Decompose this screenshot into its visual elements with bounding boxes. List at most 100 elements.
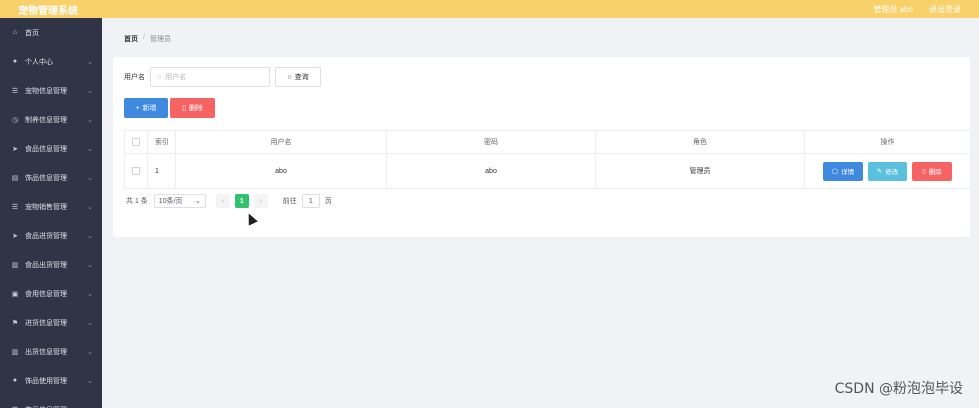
content-card: 用户名 ○ 用户名 ○ 查询 + 新增 ▯ 删除 索引 用户名 密码 角色 操作…: [113, 57, 971, 237]
chart-icon: ▥: [11, 348, 19, 356]
detail-button-label: 详情: [841, 169, 855, 176]
watermark: CSDN @粉泡泡毕设: [834, 381, 963, 397]
chevron-down-icon: ⌄: [87, 203, 93, 211]
page-number-current[interactable]: 1: [234, 194, 249, 208]
flag-icon: ⚑: [11, 319, 19, 327]
clock-icon: ◷: [11, 116, 19, 124]
sidebar-item[interactable]: ➤ 食品进货管理 ⌄: [0, 221, 102, 250]
admin-table: 索引 用户名 密码 角色 操作 1 abo abo 管理员 ▢ 详情 ✎ 修改 …: [124, 130, 971, 189]
row-delete-button-label: 删除: [928, 169, 942, 176]
chevron-left-icon: ‹: [221, 197, 224, 205]
sidebar-item[interactable]: ● 饰品使用管理 ⌄: [0, 366, 102, 395]
search-placeholder: 用户名: [165, 74, 187, 81]
row-username: abo: [176, 154, 387, 188]
add-button-label: 新增: [142, 105, 157, 112]
sidebar-item-label: 食品出货管理: [25, 261, 67, 269]
breadcrumb-home[interactable]: 首页: [124, 34, 138, 44]
batch-delete-button[interactable]: ▯ 删除: [170, 98, 215, 118]
logout-link[interactable]: 退出登录: [929, 4, 961, 15]
sidebar-item[interactable]: ▣ 食用信息管理 ⌄: [0, 279, 102, 308]
breadcrumb-current: 管理员: [149, 36, 171, 43]
folder-icon: ▤: [11, 174, 19, 182]
chevron-down-icon: ⌄: [87, 290, 93, 298]
username-search-input[interactable]: ○ 用户名: [150, 67, 270, 87]
plus-icon: +: [135, 104, 140, 112]
edit-button[interactable]: ✎ 修改: [868, 161, 907, 181]
search-icon: ○: [157, 73, 162, 81]
image-icon: ▣: [11, 290, 19, 298]
sidebar-item[interactable]: ▥ 出货信息管理 ⌄: [0, 337, 102, 366]
sidebar-item[interactable]: ▥ 食品出货管理 ⌄: [0, 250, 102, 279]
row-role: 管理员: [596, 154, 805, 188]
sidebar-item[interactable]: ➤ 食品信息管理 ⌄: [0, 134, 102, 163]
header-index: 索引: [148, 131, 176, 153]
search-icon: ○: [287, 73, 292, 81]
sidebar-item-label: 制养信息管理: [25, 116, 67, 124]
chevron-down-icon: ⌄: [87, 145, 93, 153]
add-button[interactable]: + 新增: [124, 98, 168, 118]
list-icon: ☰: [11, 87, 19, 95]
delete-button-label: 删除: [188, 105, 203, 112]
breadcrumb: 首页 / 管理员: [124, 34, 171, 44]
sidebar-item[interactable]: ▤ 饰品信息管理 ⌄: [0, 163, 102, 192]
chevron-down-icon: ⌄: [87, 348, 93, 356]
breadcrumb-separator: /: [143, 34, 145, 41]
page-size-select[interactable]: 10条/页 ⌄: [153, 194, 206, 208]
sidebar-item[interactable]: ⌂ 首页: [0, 18, 102, 47]
sidebar-item-label: 食用信息管理: [25, 290, 67, 298]
send-icon: ➤: [12, 232, 18, 240]
sidebar-item[interactable]: ◷ 制养信息管理 ⌄: [0, 105, 102, 134]
header-role: 角色: [596, 131, 805, 153]
header-checkbox-cell: [125, 131, 148, 153]
sidebar-item-label: 进货信息管理: [25, 319, 67, 327]
header-password: 密码: [387, 131, 596, 153]
query-button[interactable]: ○ 查询: [275, 67, 321, 87]
document-icon: ▢: [831, 168, 839, 175]
page-suffix: 页: [324, 198, 332, 205]
chart-icon: ▥: [11, 261, 19, 269]
action-row: + 新增 ▯ 删除: [124, 98, 215, 118]
chevron-down-icon: ⌄: [87, 232, 93, 240]
chevron-down-icon: ⌄: [87, 174, 93, 182]
row-checkbox-cell: [125, 154, 148, 188]
top-bar: 宠物管理系统 管理员 abo 退出登录: [0, 0, 979, 18]
pagination-total: 共 1 条: [126, 198, 148, 205]
row-password: abo: [387, 154, 596, 188]
top-right-menu: 管理员 abo 退出登录: [873, 4, 961, 15]
row-index: 1: [148, 154, 176, 188]
sidebar-item-label: 出货信息管理: [25, 348, 67, 356]
sidebar-item[interactable]: ☰饰品信息管理⌄: [0, 395, 102, 408]
main-content: 首页 / 管理员 用户名 ○ 用户名 ○ 查询 + 新增 ▯ 删除 索引 用户名…: [102, 18, 979, 408]
sidebar-item[interactable]: ☰ 宠物信息管理 ⌄: [0, 76, 102, 105]
sidebar-item-label: 饰品信息管理: [25, 174, 67, 182]
sidebar-item-label: 首页: [25, 29, 39, 37]
chevron-right-icon: ›: [259, 197, 262, 205]
sidebar-item-label: 饰品信息管理: [25, 405, 67, 408]
app-title: 宠物管理系统: [18, 5, 78, 17]
detail-button[interactable]: ▢ 详情: [823, 161, 863, 181]
goto-label: 前往: [282, 198, 297, 205]
prev-page-button[interactable]: ‹: [215, 194, 230, 208]
sidebar-item[interactable]: ☰ 宠物销售管理 ⌄: [0, 192, 102, 221]
user-icon: ●: [12, 58, 18, 65]
search-label: 用户名: [124, 74, 145, 81]
sidebar-item-label: 宠物信息管理: [25, 87, 67, 95]
row-checkbox[interactable]: [132, 167, 140, 175]
chevron-down-icon: ⌄: [87, 319, 93, 327]
table-header: 索引 用户名 密码 角色 操作: [125, 131, 970, 154]
user-icon: ●: [12, 377, 18, 384]
row-delete-button[interactable]: ▯ 删除: [912, 161, 952, 181]
sidebar-item-label: 食品进货管理: [25, 232, 67, 240]
next-page-button[interactable]: ›: [253, 194, 268, 208]
sidebar-item[interactable]: ⚑ 进货信息管理 ⌄: [0, 308, 102, 337]
goto-page-input[interactable]: 1: [301, 194, 320, 208]
search-row: 用户名 ○ 用户名 ○ 查询: [124, 67, 321, 87]
admin-user-label[interactable]: 管理员 abo: [873, 4, 913, 15]
select-all-checkbox[interactable]: [132, 138, 140, 146]
header-username: 用户名: [176, 131, 387, 153]
chevron-down-icon: ⌄: [194, 198, 201, 205]
home-icon: ⌂: [12, 29, 18, 36]
trash-icon: ▯: [922, 168, 926, 175]
sidebar-item[interactable]: ● 个人中心 ⌄: [0, 47, 102, 76]
table-row: 1 abo abo 管理员 ▢ 详情 ✎ 修改 ▯ 删除: [125, 154, 970, 188]
